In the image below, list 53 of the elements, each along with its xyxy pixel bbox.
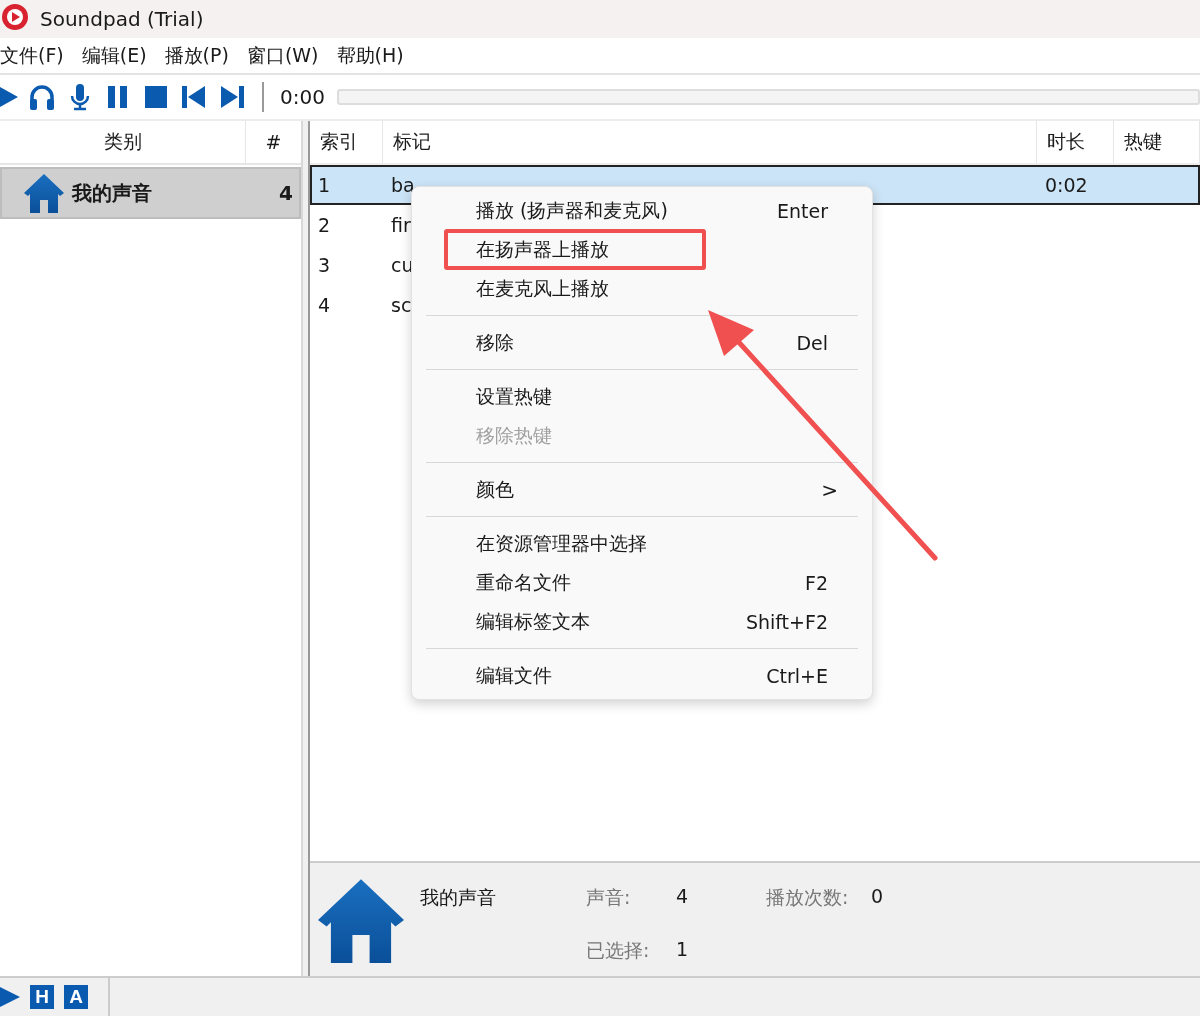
table-cell: sc (391, 294, 412, 316)
stat-label: 播放次数: (766, 885, 850, 910)
submenu-arrow: > (821, 477, 838, 502)
table-cell: 3 (318, 254, 331, 276)
table-cell: ba (391, 174, 415, 196)
table-cell: 4 (318, 294, 331, 316)
menu-item[interactable]: 编辑(E) (81, 40, 147, 71)
column-header[interactable]: # (246, 121, 301, 163)
toggle-button[interactable]: H (30, 985, 54, 1009)
menu-item[interactable]: 在麦克风上播放 (426, 269, 858, 308)
menu-item[interactable]: 在扬声器上播放 (426, 230, 858, 269)
menu-item[interactable]: 帮助(H) (336, 40, 404, 71)
headphones-icon[interactable] (28, 83, 56, 111)
stat-value: 4 (676, 885, 690, 909)
house-icon (318, 877, 404, 963)
menu-item[interactable]: 设置热键 (426, 377, 858, 416)
shortcut-label: Ctrl+E (766, 664, 828, 687)
house-icon (24, 173, 64, 213)
previous-icon[interactable] (180, 83, 208, 111)
table-cell: 2 (318, 214, 331, 236)
menu-item[interactable]: 移除 Del (426, 323, 858, 362)
stop-icon[interactable] (142, 83, 170, 111)
menu-item[interactable]: 编辑标签文本 Shift+F2 (426, 602, 858, 641)
shortcut-label: Del (796, 331, 828, 354)
menu-item[interactable]: 重命名文件 F2 (426, 563, 858, 602)
window-title: Soundpad (Trial) (40, 7, 204, 31)
table-cell: fir (391, 214, 411, 236)
menu-item[interactable]: 在资源管理器中选择 (426, 524, 858, 563)
toggle-button[interactable]: A (64, 985, 88, 1009)
category-name: 我的声音 (420, 885, 497, 910)
category-item[interactable]: 我的声音 4 (0, 167, 301, 219)
time-readout: 0:00 (280, 85, 325, 109)
table-cell: 0:02 (1045, 174, 1088, 196)
stat-value: 0 (871, 885, 885, 909)
shortcut-label: Shift+F2 (745, 610, 828, 633)
column-header[interactable]: 标记 (383, 121, 1037, 163)
column-header[interactable]: 热键 (1114, 121, 1200, 163)
shortcut-label: F2 (804, 571, 828, 594)
stat-value: 1 (676, 937, 690, 962)
table-cell: 1 (318, 174, 331, 196)
column-header[interactable]: 索引 (310, 121, 383, 163)
stat-label: 已选择: (586, 937, 651, 963)
play-icon[interactable] (0, 984, 20, 1010)
column-header[interactable]: 时长 (1037, 121, 1114, 163)
next-icon[interactable] (218, 83, 246, 111)
menu-item[interactable]: 颜色 > (426, 470, 858, 509)
column-header[interactable]: 类别 (0, 121, 246, 163)
stat-label: 声音: (586, 885, 632, 910)
menu-item[interactable]: 文件(F) (0, 40, 64, 71)
menu-item[interactable]: 窗口(W) (246, 40, 319, 71)
menu-item[interactable]: 播放(P) (164, 40, 229, 71)
menu-item[interactable]: 编辑文件 Ctrl+E (426, 656, 858, 695)
progress-slider[interactable] (336, 89, 1200, 105)
